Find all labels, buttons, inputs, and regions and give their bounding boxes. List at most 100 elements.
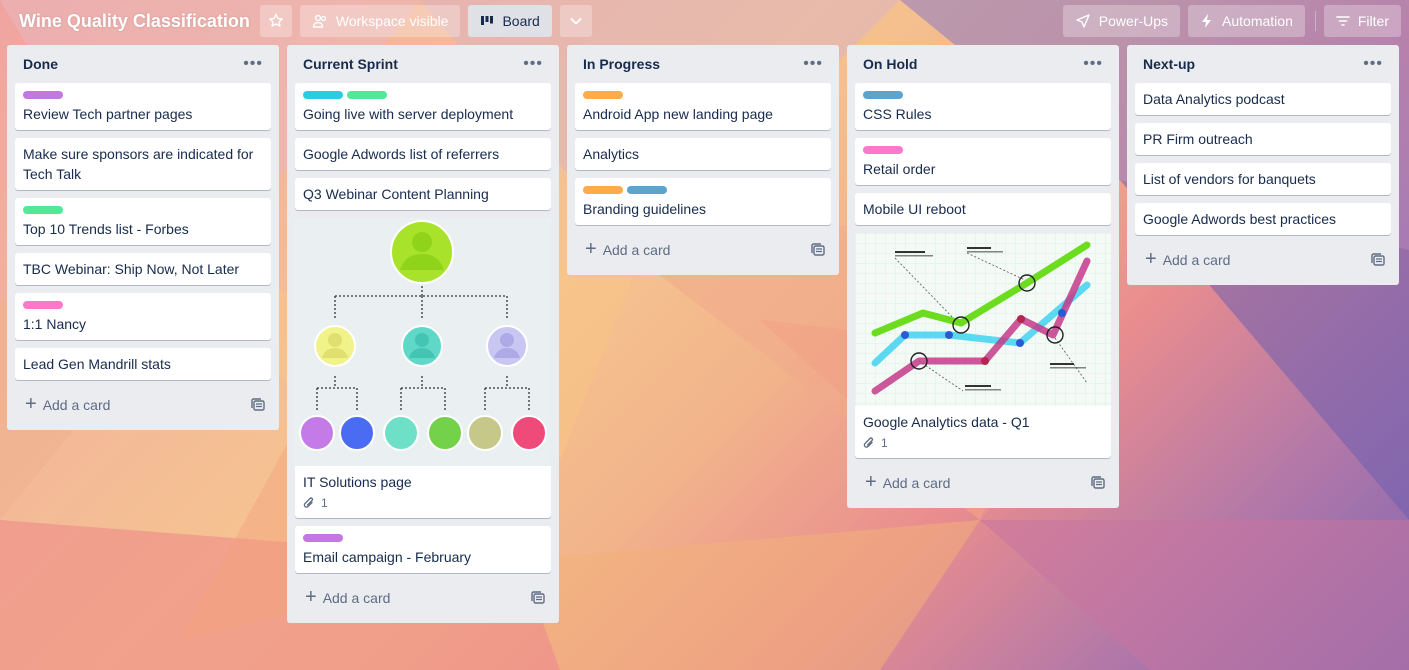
card-labels [23, 91, 263, 99]
power-ups-button[interactable]: Power-Ups [1062, 5, 1181, 37]
label-pink [23, 301, 63, 309]
workspace-visibility-button[interactable]: Workspace visible [299, 5, 461, 37]
filter-button[interactable]: Filter [1323, 5, 1401, 37]
card-title: List of vendors for banquets [1143, 171, 1316, 187]
card[interactable]: 1:1 Nancy [15, 293, 271, 340]
card[interactable]: Lead Gen Mandrill stats [15, 348, 271, 380]
list-menu-icon[interactable]: ••• [799, 52, 827, 76]
list-current-sprint: Current Sprint ••• Going live with serve… [287, 45, 559, 623]
list-header: Next-up ••• [1135, 45, 1391, 83]
org-chart-image [299, 220, 547, 451]
list-title[interactable]: Done [23, 56, 58, 72]
view-switcher-button[interactable] [559, 5, 592, 37]
list-header: In Progress ••• [575, 45, 831, 83]
list-menu-icon[interactable]: ••• [1359, 52, 1387, 76]
add-card-row: + Add a card [1135, 243, 1391, 277]
list-header: Done ••• [15, 45, 271, 83]
list-title[interactable]: In Progress [583, 56, 660, 72]
card-title: 1:1 Nancy [23, 316, 87, 332]
add-card-button[interactable]: + Add a card [1145, 248, 1231, 270]
add-card-button[interactable]: + Add a card [305, 586, 390, 608]
card-labels [23, 301, 263, 309]
list-title[interactable]: Next-up [1143, 56, 1195, 72]
add-card-button[interactable]: + Add a card [25, 394, 111, 414]
attachment-badge: 1 [863, 436, 1103, 450]
card[interactable]: PR Firm outreach [1135, 123, 1391, 155]
attachment-count: 1 [321, 496, 328, 510]
paperclip-icon [863, 437, 874, 448]
card-title: TBC Webinar: Ship Now, Not Later [23, 261, 240, 277]
template-icon[interactable] [531, 591, 545, 605]
board-header: Wine Quality Classification Workspace vi… [0, 0, 1409, 42]
plus-icon: + [585, 238, 597, 260]
card-cover-line-chart [855, 233, 1111, 406]
plus-icon: + [865, 471, 877, 493]
card-labels [303, 534, 543, 542]
card-title: Email campaign - February [303, 549, 472, 565]
template-icon[interactable] [251, 398, 265, 412]
add-card-row: + Add a card [575, 233, 831, 267]
paperclip-icon [303, 497, 314, 508]
label-blue [863, 91, 903, 99]
board-title[interactable]: Wine Quality Classification [8, 11, 260, 32]
card[interactable]: Data Analytics podcast [1135, 83, 1391, 115]
list-title[interactable]: On Hold [863, 56, 917, 72]
card[interactable]: Branding guidelines [575, 178, 831, 225]
list-on-hold: On Hold ••• CSS Rules Retail order Mobil… [847, 45, 1119, 508]
card[interactable]: Review Tech partner pages [15, 83, 271, 130]
card[interactable]: Retail order [855, 138, 1111, 185]
card-title: IT Solutions page [303, 474, 412, 490]
add-card-label: Add a card [42, 397, 111, 413]
card[interactable]: Mobile UI reboot [855, 193, 1111, 225]
template-icon[interactable] [1371, 253, 1385, 267]
card-title: Android App new landing page [583, 106, 773, 122]
template-icon[interactable] [811, 243, 825, 257]
list-menu-icon[interactable]: ••• [1079, 52, 1107, 76]
label-pink [863, 146, 903, 154]
header-right-actions: Power-Ups Automation Filter [1062, 5, 1401, 37]
add-card-button[interactable]: + Add a card [865, 471, 950, 493]
card[interactable]: Q3 Webinar Content Planning [295, 178, 551, 210]
board-view-label: Board [502, 13, 540, 29]
card-title: Going live with server deployment [303, 106, 514, 122]
list-menu-icon[interactable]: ••• [239, 52, 267, 76]
card[interactable]: Top 10 Trends list - Forbes [15, 198, 271, 245]
card[interactable]: List of vendors for banquets [1135, 163, 1391, 195]
label-green [347, 91, 387, 99]
card[interactable]: Going live with server deployment [295, 83, 551, 130]
list-title[interactable]: Current Sprint [303, 56, 398, 72]
add-card-label: Add a card [1162, 252, 1231, 268]
card[interactable]: Email campaign - February [295, 526, 551, 573]
list-menu-icon[interactable]: ••• [519, 52, 547, 76]
card-labels [23, 206, 263, 214]
card[interactable]: TBC Webinar: Ship Now, Not Later [15, 253, 271, 285]
template-icon[interactable] [1091, 476, 1105, 490]
plus-icon: + [305, 586, 317, 608]
star-board-button[interactable] [259, 5, 292, 37]
card-title: Review Tech partner pages [23, 106, 193, 122]
card[interactable]: Make sure sponsors are indicated for Tec… [15, 138, 271, 190]
card[interactable]: Google Adwords best practices [1135, 203, 1391, 235]
card[interactable]: Analytics [575, 138, 831, 170]
board-view-button[interactable]: Board [468, 5, 552, 37]
card-title: Lead Gen Mandrill stats [23, 356, 171, 372]
header-divider [1314, 11, 1316, 31]
list-header: Current Sprint ••• [295, 45, 551, 83]
card-labels [863, 146, 1103, 154]
card[interactable]: CSS Rules [855, 83, 1111, 130]
people-icon [312, 14, 326, 28]
label-purple [23, 91, 63, 99]
card[interactable]: Google Adwords list of referrers [295, 138, 551, 170]
card-title: Make sure sponsors are indicated for Tec… [23, 146, 254, 182]
card-with-cover[interactable]: Google Analytics data - Q1 1 [855, 233, 1111, 458]
plus-icon: + [1145, 248, 1157, 270]
add-card-button[interactable]: + Add a card [585, 238, 670, 260]
automation-button[interactable]: Automation [1188, 5, 1305, 37]
card[interactable]: Android App new landing page [575, 83, 831, 130]
lightning-icon [1202, 14, 1212, 28]
list-done: Done ••• Review Tech partner pages Make … [7, 45, 279, 430]
list-header: On Hold ••• [855, 45, 1111, 83]
label-green [23, 206, 63, 214]
card-title: Mobile UI reboot [863, 201, 966, 217]
card-with-cover[interactable]: IT Solutions page 1 [295, 218, 551, 518]
